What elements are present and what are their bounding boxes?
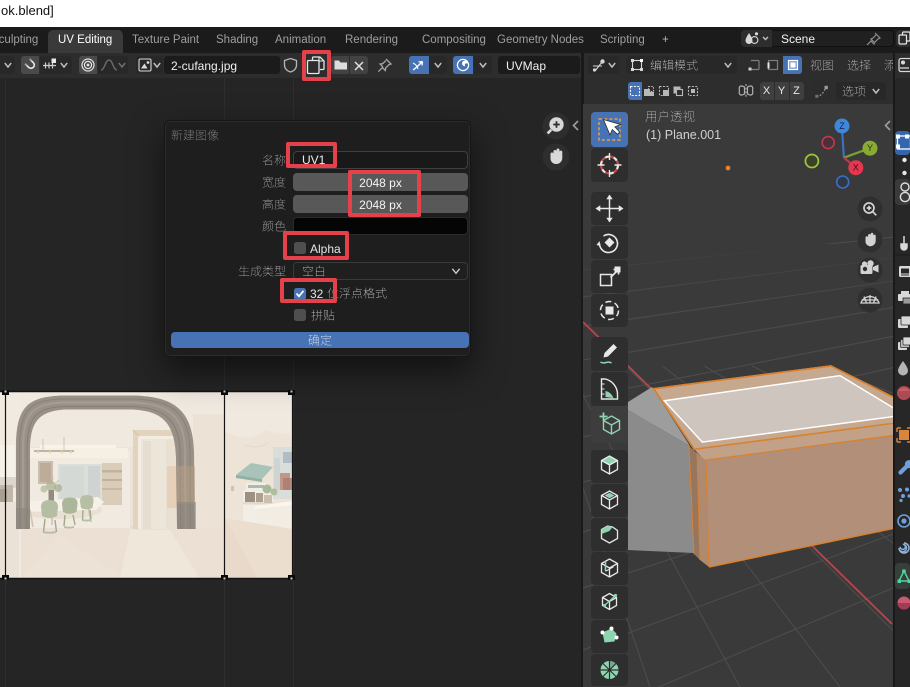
svg-text:Y: Y	[867, 143, 873, 153]
svg-text:Z: Z	[839, 121, 845, 131]
svg-text:X: X	[853, 163, 859, 173]
